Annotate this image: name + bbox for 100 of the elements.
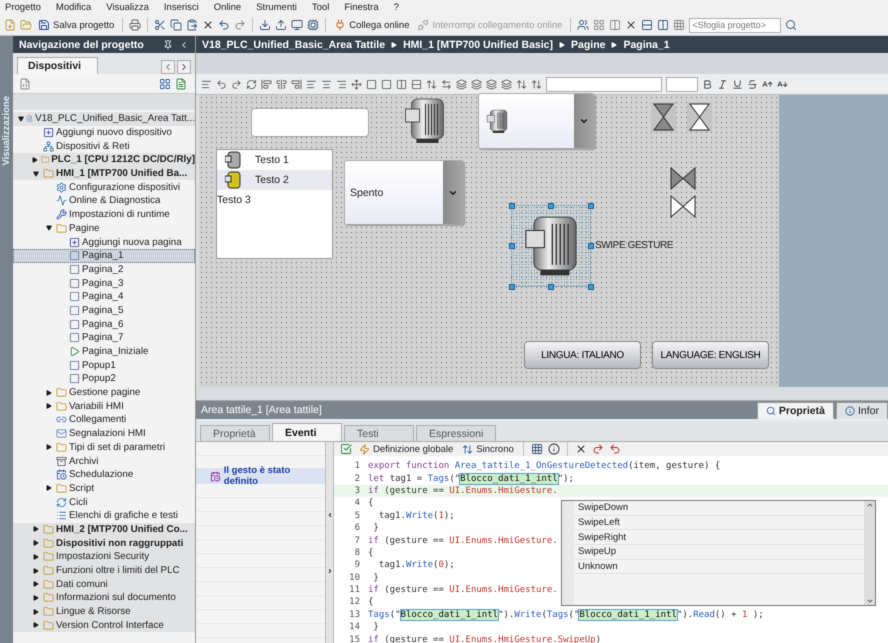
sync-button[interactable]: Sincrono [460,444,516,454]
scrollbar[interactable] [864,501,875,605]
panel-tab[interactable]: Dispositivi [17,57,98,74]
toolbar-icon[interactable] [216,78,227,90]
toolbar-icon[interactable] [441,78,452,90]
tree-item[interactable]: Script [13,482,195,496]
toolbar-icon[interactable] [426,78,437,90]
event-item[interactable]: Il gesto è stato definito [196,468,325,484]
grid-icon[interactable] [530,443,543,455]
toolbar-icon[interactable] [291,78,302,90]
breadcrumb-item[interactable]: HMI_1 [MTP700 Unified Basic] [403,38,554,50]
tree-item[interactable]: Cicli [13,495,195,509]
tree-item[interactable]: Pagina_4 [13,290,195,304]
autocomplete-item[interactable]: SwipeRight [574,530,864,546]
autocomplete-item[interactable]: SwipeLeft [574,516,864,530]
close-icon[interactable] [625,19,638,31]
expand-icon[interactable] [326,568,332,574]
info-icon[interactable] [548,443,560,455]
toolbar-icon[interactable] [231,78,242,90]
caret-right-icon[interactable] [46,403,52,410]
toolbar-icon[interactable] [531,78,542,90]
caret-right-icon[interactable] [33,622,39,628]
caret-right-icon[interactable] [33,540,39,546]
search-field[interactable]: <Sfoglia progetto> [689,18,782,32]
caret-right-icon[interactable] [33,526,39,532]
toolbar-icon[interactable] [276,78,287,90]
breadcrumb-item[interactable]: V18_PLC_Unified_Basic_Area Tattile [202,38,386,50]
toolbar-icon[interactable] [201,78,212,90]
list-item[interactable]: Testo 2 [217,170,332,190]
undo-icon[interactable] [608,443,621,455]
grid-icon[interactable] [673,19,686,31]
tree-item[interactable]: Impostazioni Security [13,550,195,564]
close-icon[interactable] [202,19,214,31]
tree-item[interactable]: Configurazione dispositivi [13,180,195,194]
menu-item[interactable]: Modifica [56,2,92,13]
tree-item[interactable]: Online & Diagnostica [13,194,195,208]
printer-icon[interactable] [129,19,142,31]
caret-right-icon[interactable] [46,485,52,492]
underline-icon[interactable] [732,78,743,90]
properties-tab[interactable]: Testi [344,425,414,441]
toolbar-icon[interactable] [456,78,467,90]
document-icon[interactable] [175,78,187,90]
resize-handle[interactable] [509,243,515,249]
tree-item[interactable]: Pagina_2 [13,262,195,276]
caret-right-icon[interactable] [46,444,52,450]
resize-handle[interactable] [509,203,515,209]
collapse-icon[interactable] [326,512,332,518]
tree-item[interactable]: Pagina_1 [13,248,195,263]
autocomplete-item[interactable]: SwipeDown [574,501,864,516]
autocomplete-item[interactable]: SwipeUp [574,545,864,560]
caret-down-icon[interactable] [46,225,52,232]
caret-right-icon[interactable] [33,608,39,615]
tree-item[interactable]: Lingue & Risorse [13,604,195,618]
properties-tab[interactable]: Proprietà [200,425,270,441]
tree-item[interactable]: Elenchi di grafiche e testi [13,508,195,523]
undo-icon[interactable] [218,19,230,31]
tree-item[interactable]: Impostazioni di runtime [13,208,195,222]
toolbar-icon[interactable] [516,78,527,90]
menu-item[interactable]: Online [214,2,242,13]
menu-item[interactable]: Strumenti [256,2,297,13]
tree-item[interactable]: Version Control Interface [13,618,195,632]
document-icon[interactable] [19,78,31,90]
save-button[interactable]: Salva progetto [36,19,116,31]
table-icon[interactable] [159,78,171,90]
tree-item[interactable]: Funzioni oltre i limiti del PLC [13,564,195,578]
font-size-field[interactable] [666,76,698,92]
chevron-up-icon[interactable] [866,501,874,509]
language-button[interactable]: LANGUAGE: ENGLISH [652,341,769,369]
tree-item[interactable]: Pagine [13,222,195,236]
tree-item[interactable]: Informazioni sul documento [13,591,195,605]
selection-frame[interactable] [511,205,591,287]
chevron-down-icon[interactable] [866,597,874,605]
global-definition-button[interactable]: Definizione globale [357,444,456,454]
tree-item[interactable]: Aggiungi nuovo dispositivo [13,126,195,140]
tree-item[interactable]: Pagina_6 [13,317,195,331]
menu-item[interactable]: Inserisci [164,2,199,13]
toolbar-icon[interactable] [336,78,347,90]
search-icon[interactable] [785,19,798,31]
pin-icon[interactable] [163,40,173,50]
language-button[interactable]: LINGUA: ITALIANO [524,341,641,369]
input-field[interactable] [251,108,369,137]
scroll-right-button[interactable] [177,60,191,74]
grid-icon[interactable] [593,19,606,31]
breadcrumb-item[interactable]: Pagine [571,38,606,50]
columns-icon[interactable] [657,19,670,31]
tree-item[interactable]: Popup1 [13,358,195,372]
toolbar-icon[interactable] [306,78,317,90]
caret-right-icon[interactable] [33,594,39,601]
tree-item[interactable]: V18_PLC_Unified_Basic_Area Tatt... [13,112,195,126]
toolbar-icon[interactable] [366,78,377,90]
tree-item[interactable]: Gestione pagine [13,386,195,400]
tree-item[interactable]: Tipi di set di parametri [13,440,195,454]
tree-item[interactable]: Pagina_3 [13,276,195,290]
caret-down-icon[interactable] [33,170,39,177]
graphic-dropdown[interactable] [478,93,595,149]
tree-item[interactable]: Aggiungi nuova pagina [13,235,195,249]
redo-icon[interactable] [592,443,604,455]
tree-item[interactable]: PLC_1 [CPU 1212C DC/DC/Rly] [13,153,195,167]
font-smaller-icon[interactable] [777,78,788,90]
menu-item[interactable]: Finestra [344,2,379,13]
